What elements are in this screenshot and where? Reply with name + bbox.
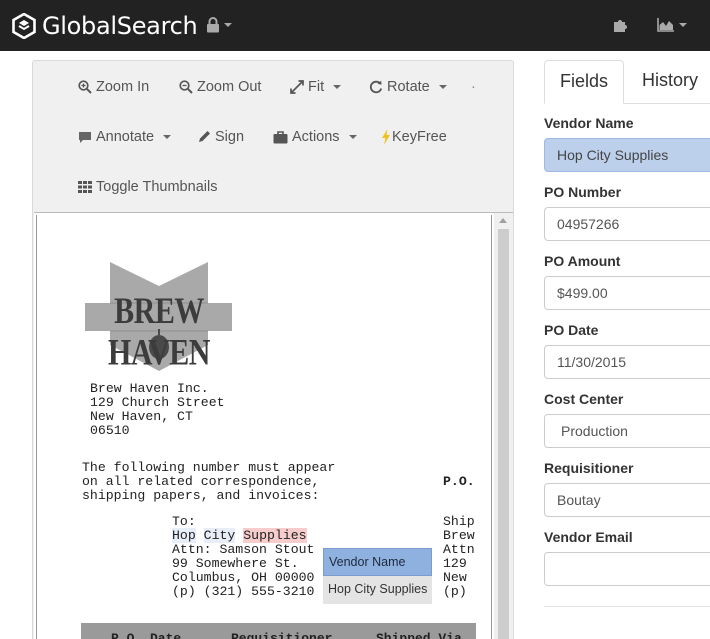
document-frame: BREW HAVEN Brew Haven Inc. 129 Church St…: [34, 212, 513, 639]
panel-divider: [544, 606, 710, 607]
toggle-thumbnails-label: Toggle Thumbnails: [96, 179, 218, 195]
zoom-in-icon: [78, 80, 92, 94]
scroll-thumb[interactable]: [498, 229, 509, 639]
chevron-down-icon: [438, 85, 447, 89]
zoom-out-label: Zoom Out: [197, 79, 262, 95]
chart-menu[interactable]: [657, 16, 687, 34]
po-label: P.O.: [443, 474, 475, 489]
zoom-out-icon: [179, 80, 193, 94]
vendor-email-field[interactable]: [544, 552, 710, 586]
keyfree-label: KeyFree: [392, 129, 447, 145]
brew-haven-logo: BREW HAVEN: [82, 259, 236, 374]
vendor-line: Hop City Supplies: [172, 528, 307, 543]
to-label: To:: [172, 514, 196, 529]
logo-text: BREW HAVEN: [108, 291, 210, 374]
sign-label: Sign: [215, 129, 245, 145]
document-page: BREW HAVEN Brew Haven Inc. 129 Church St…: [36, 215, 492, 639]
comment-icon: [79, 131, 91, 143]
document-viewer: Zoom In Zoom Out Fit Rotate · Annotate S…: [32, 60, 514, 639]
chevron-down-icon: [679, 23, 687, 27]
col-shipped-via: Shipped Via: [376, 631, 462, 639]
vendor-word: Hop: [172, 528, 196, 543]
po-number-label: PO Number: [544, 184, 622, 200]
lightning-icon: [382, 129, 390, 145]
annotate-label: Annotate: [96, 129, 155, 145]
sender-address: Brew Haven Inc. 129 Church Street New Ha…: [90, 381, 225, 438]
col-requisitioner: Requisitioner: [231, 631, 333, 639]
actions-dropdown[interactable]: Actions: [273, 126, 357, 148]
po-amount-label: PO Amount: [544, 253, 621, 269]
po-number-field[interactable]: 04957266: [544, 207, 710, 241]
ship-to-address: Ship Brew Attn 129 New (p): [443, 514, 475, 599]
vendor-name-field[interactable]: Hop City Supplies: [544, 138, 710, 172]
puzzle-icon[interactable]: [611, 16, 629, 34]
sign-button[interactable]: Sign: [197, 126, 244, 148]
tab-fields[interactable]: Fields: [544, 60, 624, 104]
rotate-dropdown[interactable]: Rotate: [369, 76, 447, 98]
rotate-label: Rotate: [387, 79, 430, 95]
keyfree-button[interactable]: KeyFree: [381, 126, 447, 148]
vendor-name-label: Vendor Name: [544, 115, 634, 131]
chevron-down-icon: [348, 135, 357, 139]
scroll-up-arrow[interactable]: [499, 218, 507, 223]
po-amount-field[interactable]: $499.00: [544, 276, 710, 310]
top-navbar: GlobalSearch: [0, 0, 710, 51]
toggle-thumbnails-button[interactable]: Toggle Thumbnails: [78, 176, 217, 198]
requisitioner-field[interactable]: Boutay: [544, 483, 710, 517]
chevron-down-icon: [333, 85, 342, 89]
toolbar-overflow-icon[interactable]: ·: [471, 76, 476, 98]
rotate-icon: [369, 80, 383, 94]
actions-label: Actions: [292, 129, 340, 145]
globalsearch-logo-icon: [12, 13, 36, 39]
panel-tabs: Fields History: [544, 60, 710, 104]
vertical-scrollbar[interactable]: [494, 213, 513, 639]
notice-text: The following number must appear on all …: [82, 460, 336, 503]
po-date-label: PO Date: [544, 322, 599, 338]
lock-menu[interactable]: [206, 14, 232, 36]
annotate-dropdown[interactable]: Annotate: [78, 126, 172, 148]
area-chart-icon: [657, 18, 674, 32]
zoom-out-button[interactable]: Zoom Out: [179, 76, 261, 98]
briefcase-icon: [273, 130, 288, 143]
lock-icon: [207, 17, 219, 33]
field-tooltip: Vendor Name Hop City Supplies: [323, 548, 432, 604]
brand-name: GlobalSearch: [42, 12, 198, 40]
pencil-icon: [199, 131, 210, 142]
brand[interactable]: GlobalSearch: [12, 11, 198, 41]
tooltip-value: Hop City Supplies: [323, 576, 432, 604]
table-header: P.O. Date Requisitioner Shipped Via: [81, 623, 476, 639]
tooltip-title: Vendor Name: [323, 548, 432, 576]
chevron-down-icon: [224, 23, 232, 27]
to-address: Attn: Samson Stout 99 Somewhere St. Colu…: [172, 542, 315, 599]
cost-center-select[interactable]: Production: [544, 414, 710, 448]
cost-center-label: Cost Center: [544, 391, 624, 407]
vendor-word: City: [203, 528, 236, 543]
vendor-word-highlight: Supplies: [243, 528, 307, 543]
requisitioner-label: Requisitioner: [544, 460, 634, 476]
fit-label: Fit: [308, 79, 325, 95]
po-date-field[interactable]: 11/30/2015: [544, 345, 710, 379]
chevron-down-icon: [163, 135, 172, 139]
grid-icon: [78, 181, 92, 193]
tab-history[interactable]: History: [642, 60, 698, 104]
vendor-email-label: Vendor Email: [544, 529, 633, 545]
zoom-in-button[interactable]: Zoom In: [78, 76, 149, 98]
zoom-in-label: Zoom In: [96, 79, 150, 95]
col-po-date: P.O. Date: [111, 631, 182, 639]
fit-dropdown[interactable]: Fit: [290, 76, 342, 98]
expand-icon: [290, 80, 304, 94]
